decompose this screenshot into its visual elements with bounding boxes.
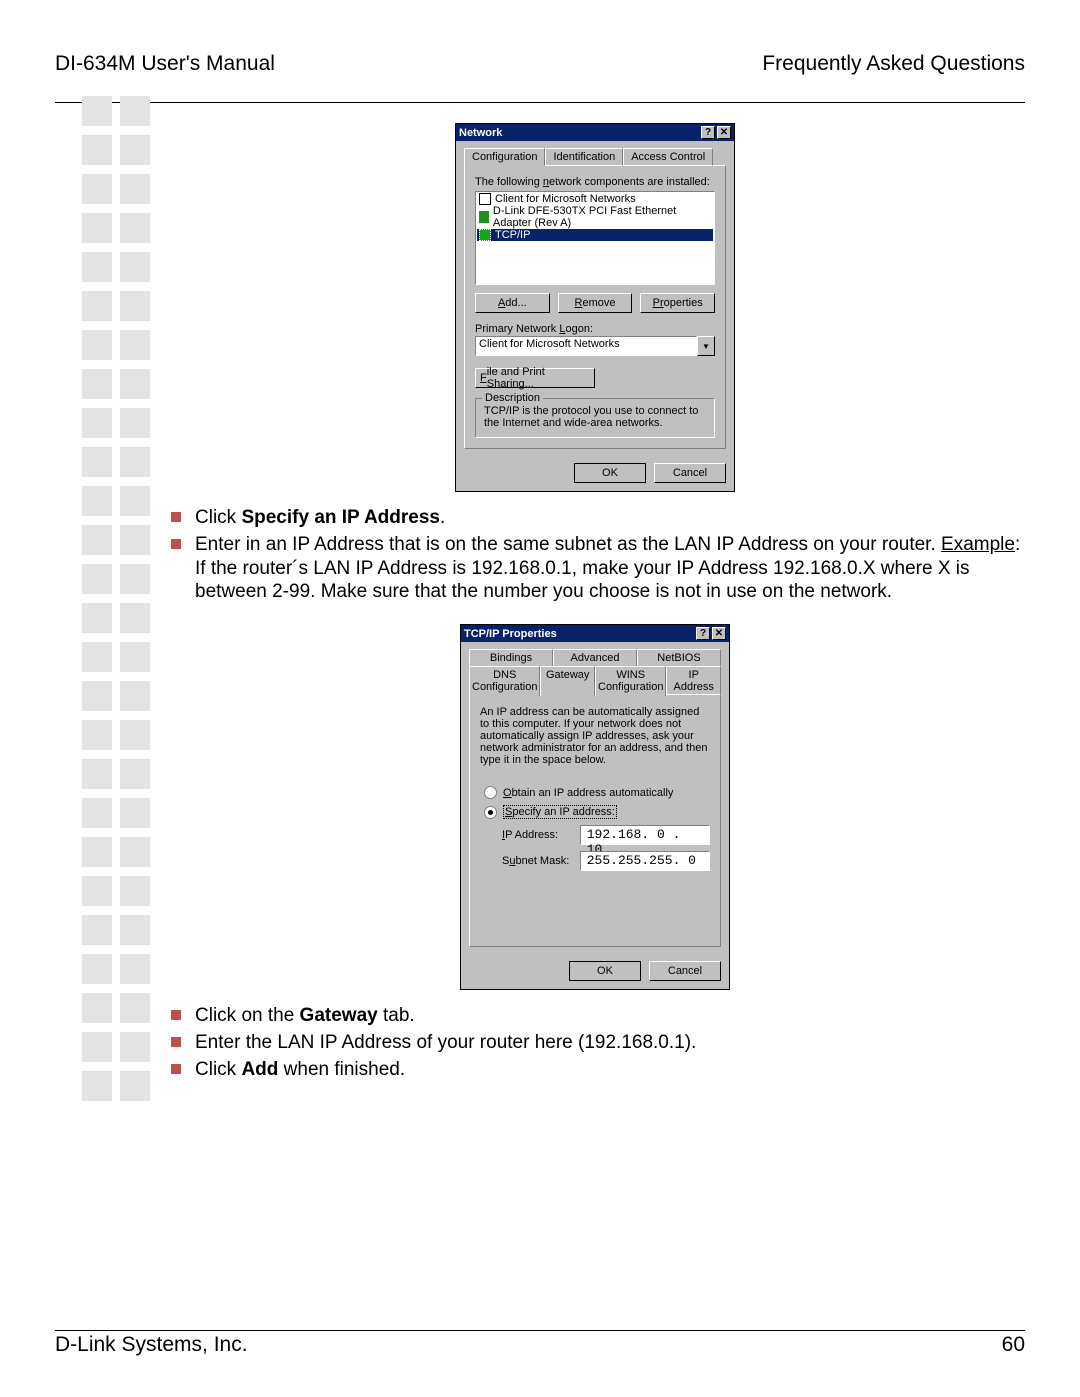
list-item-tcpip[interactable]: TCP/IP (477, 229, 713, 241)
help-button[interactable]: ? (701, 126, 715, 139)
add-button[interactable]: Add... (475, 293, 550, 313)
tab-gateway[interactable]: Gateway (540, 666, 595, 696)
description-group: Description TCP/IP is the protocol you u… (475, 398, 715, 438)
network-dialog-title: Network (459, 127, 699, 139)
tab-ip-address[interactable]: IP Address (666, 666, 721, 696)
subnet-mask-row: Subnet Mask: 255.255.255. 0 (480, 851, 710, 871)
close-button[interactable]: ✕ (717, 126, 731, 139)
bullet-enter-ip: Enter in an IP Address that is on the sa… (165, 533, 1025, 604)
adapter-icon (479, 211, 489, 223)
tab-bindings[interactable]: Bindings (469, 649, 553, 666)
tab-netbios[interactable]: NetBIOS (637, 649, 721, 666)
properties-button[interactable]: Properties (640, 293, 715, 313)
subnet-mask-label: Subnet Mask: (502, 855, 572, 867)
tab-identification[interactable]: Identification (545, 148, 623, 166)
bullet-list-lower: Click on the Gateway tab. Enter the LAN … (165, 1004, 1025, 1081)
tab-advanced[interactable]: Advanced (553, 649, 637, 666)
components-label: The following network components are ins… (475, 176, 715, 188)
cancel-button[interactable]: Cancel (654, 463, 726, 483)
network-dialog: Network ? ✕ Configuration Identification… (455, 123, 735, 492)
radio-obtain-auto[interactable]: Obtain an IP address automatically (484, 786, 710, 799)
header-left: DI-634M User's Manual (55, 52, 275, 76)
decorative-sidebar (82, 96, 150, 1101)
ok-button[interactable]: OK (574, 463, 646, 483)
network-dialog-titlebar: Network ? ✕ (456, 124, 734, 141)
tcpip-dialog-title: TCP/IP Properties (464, 628, 694, 640)
primary-logon-label: Primary Network Logon: (475, 323, 715, 335)
ip-address-row: IP Address: 192.168. 0 . 10 (480, 825, 710, 845)
cancel-button[interactable]: Cancel (649, 961, 721, 981)
components-listbox[interactable]: Client for Microsoft Networks D-Link DFE… (475, 191, 715, 285)
primary-logon-select[interactable]: Client for Microsoft Networks ▼ (475, 336, 715, 356)
primary-logon-value: Client for Microsoft Networks (475, 336, 697, 356)
radio-specify-ip[interactable]: Specify an IP address: (484, 805, 710, 819)
ok-button[interactable]: OK (569, 961, 641, 981)
protocol-icon (479, 229, 491, 241)
ip-address-field[interactable]: 192.168. 0 . 10 (580, 825, 710, 845)
tcpip-dialog-titlebar: TCP/IP Properties ? ✕ (461, 625, 729, 642)
header-rule (55, 102, 1025, 103)
subnet-mask-field[interactable]: 255.255.255. 0 (580, 851, 710, 871)
footer-left: D-Link Systems, Inc. (55, 1333, 248, 1357)
bullet-click-gateway: Click on the Gateway tab. (165, 1004, 1025, 1028)
list-item-adapter[interactable]: D-Link DFE-530TX PCI Fast Ethernet Adapt… (477, 205, 713, 229)
remove-button[interactable]: Remove (558, 293, 633, 313)
header-right: Frequently Asked Questions (762, 52, 1025, 76)
client-icon (479, 193, 491, 205)
footer-right: 60 (1002, 1333, 1025, 1357)
ip-address-label: IP Address: (502, 829, 572, 841)
chevron-down-icon[interactable]: ▼ (697, 336, 715, 356)
tab-dns[interactable]: DNS Configuration (469, 666, 540, 696)
close-button[interactable]: ✕ (712, 627, 726, 640)
tab-configuration[interactable]: Configuration (464, 148, 545, 166)
radio-specify-ip-label: Specify an IP address: (503, 805, 617, 819)
radio-obtain-auto-label: Obtain an IP address automatically (503, 787, 673, 799)
list-item-client[interactable]: Client for Microsoft Networks (477, 193, 713, 205)
description-group-title: Description (482, 392, 543, 404)
help-button[interactable]: ? (696, 627, 710, 640)
bullet-specify-ip: Click Specify an IP Address. (165, 506, 1025, 530)
bullet-click-add: Click Add when finished. (165, 1058, 1025, 1082)
bullet-list-upper: Click Specify an IP Address. Enter in an… (165, 506, 1025, 604)
file-print-sharing-button[interactable]: File and Print Sharing... (475, 368, 595, 388)
radio-icon (484, 806, 497, 819)
tab-wins[interactable]: WINS Configuration (595, 666, 666, 696)
footer-rule (55, 1330, 1025, 1331)
radio-icon (484, 786, 497, 799)
description-text: TCP/IP is the protocol you use to connec… (484, 405, 706, 429)
bullet-enter-lan-ip: Enter the LAN IP Address of your router … (165, 1031, 1025, 1055)
tcpip-intro-text: An IP address can be automatically assig… (480, 706, 710, 766)
tcpip-dialog: TCP/IP Properties ? ✕ Bindings Advanced … (460, 624, 730, 990)
tab-access-control[interactable]: Access Control (623, 148, 713, 166)
